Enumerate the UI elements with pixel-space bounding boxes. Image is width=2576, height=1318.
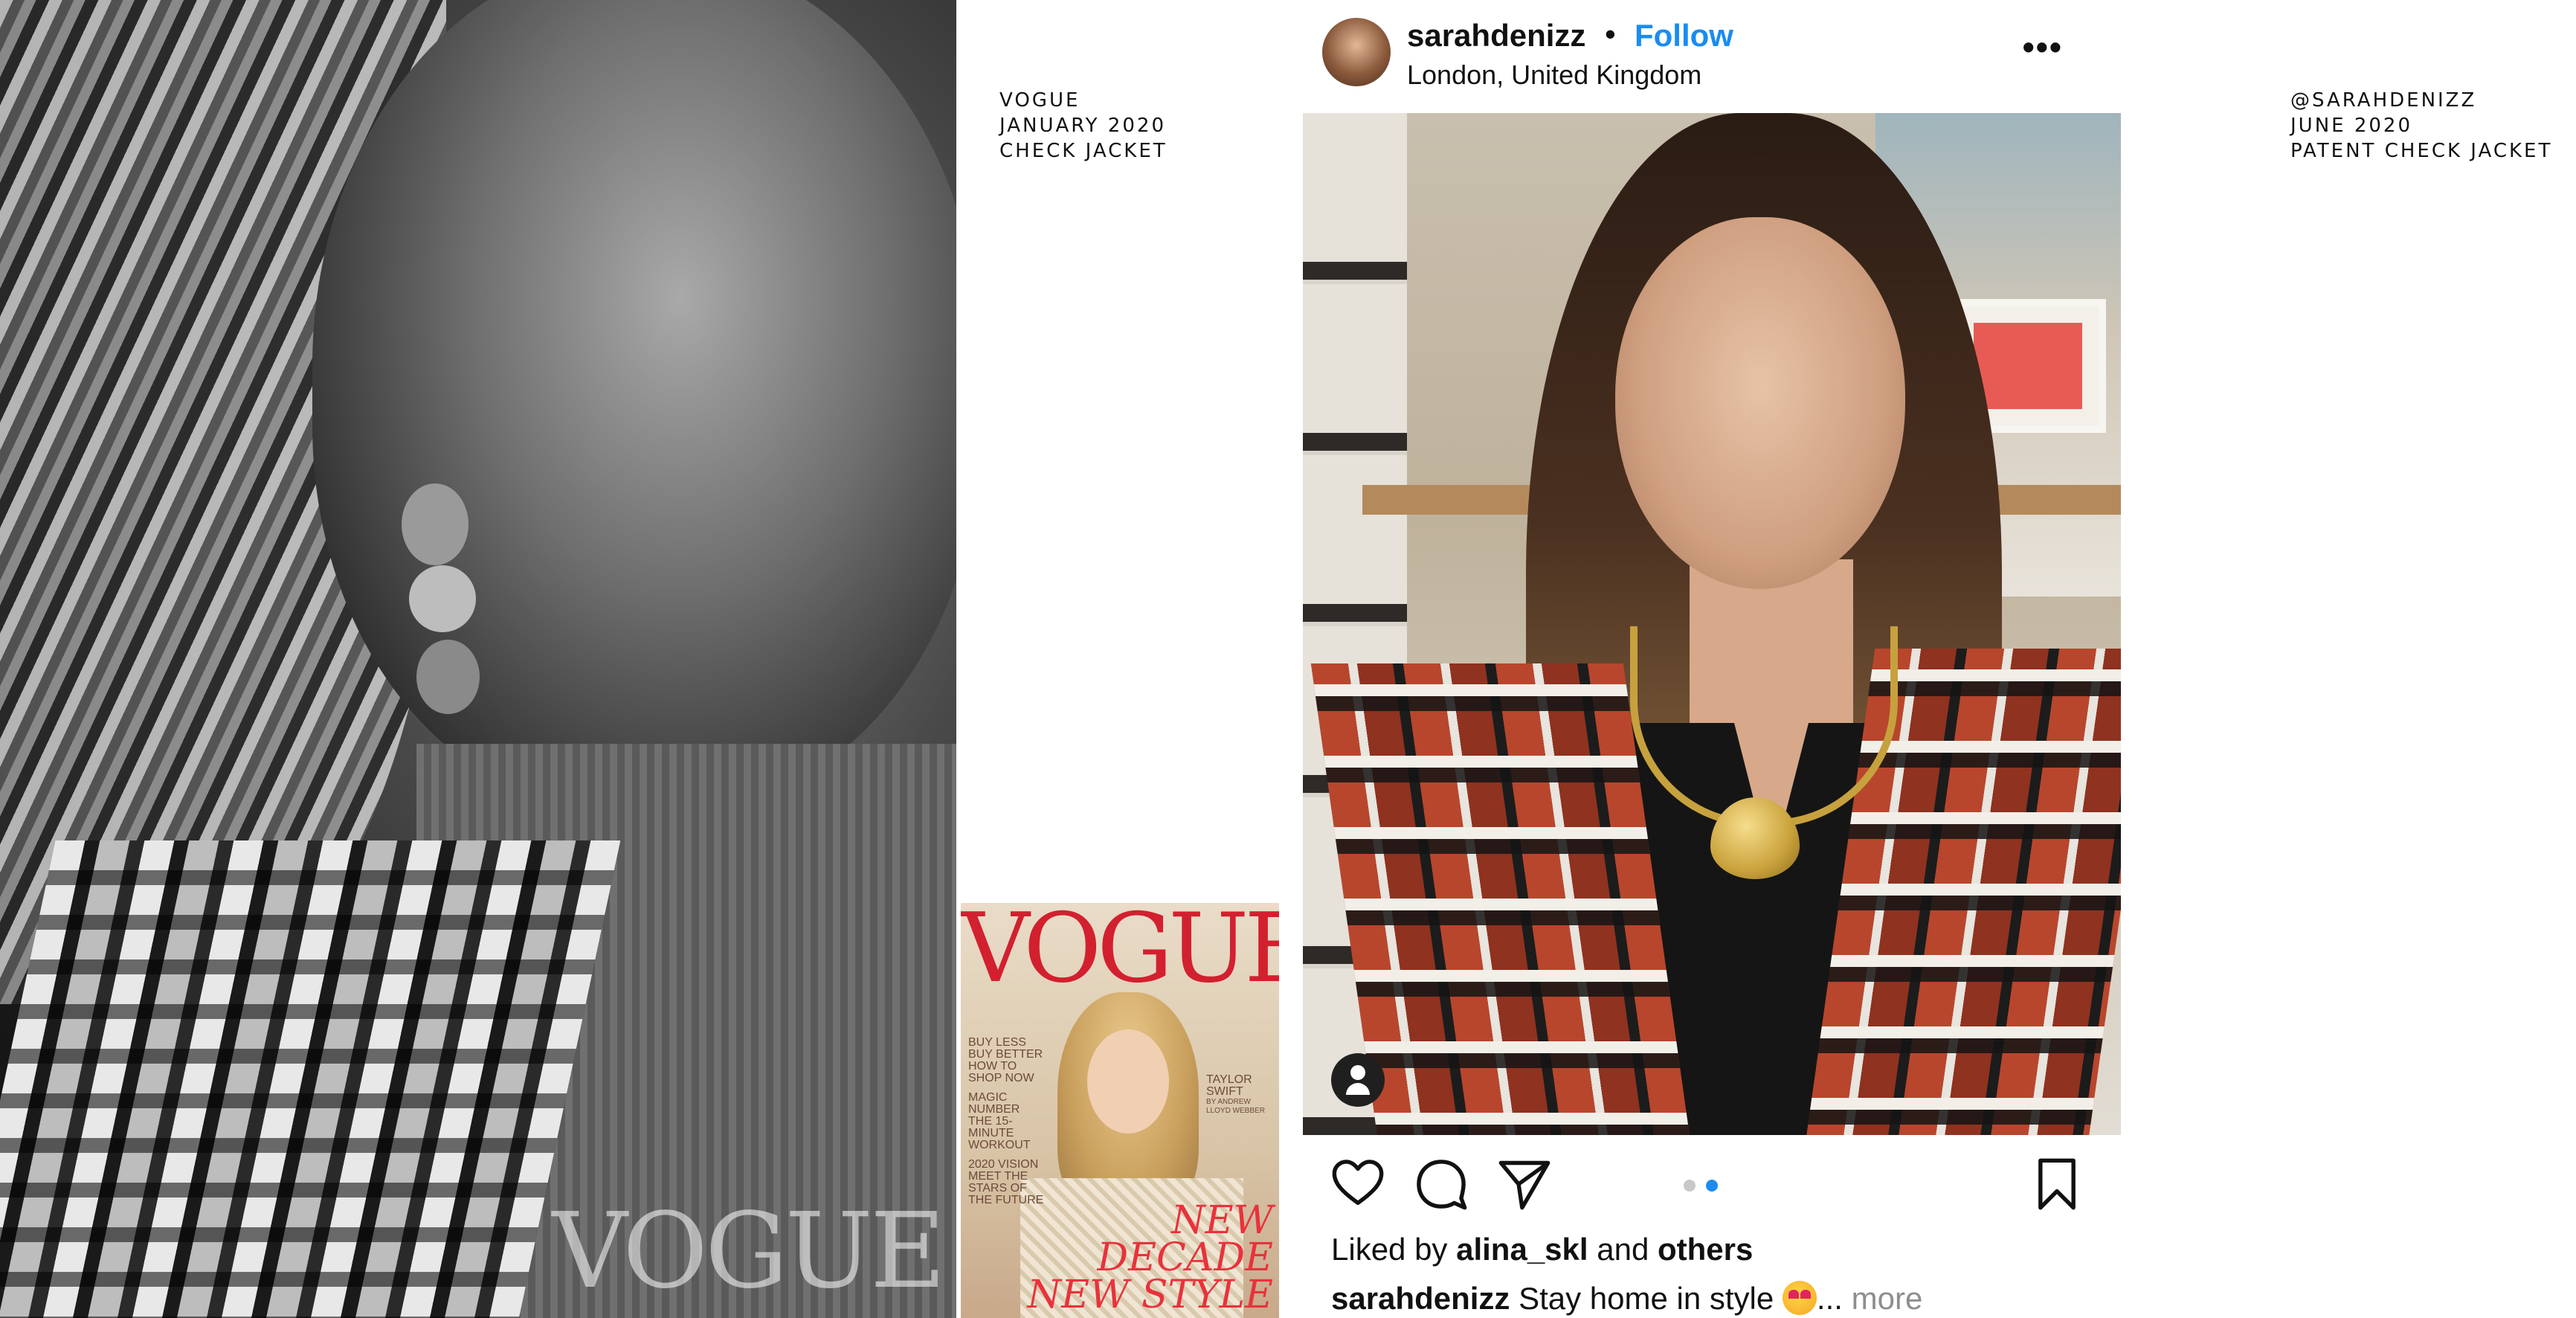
cover-line: BY ANDREW LLOYD WEBBER bbox=[1206, 1098, 1265, 1115]
cover-line: WORKOUT bbox=[968, 1139, 1031, 1151]
caption-line: CHECK JACKET bbox=[999, 140, 1168, 162]
carousel-dot bbox=[1684, 1180, 1696, 1192]
caption-line: VOGUE bbox=[999, 89, 1081, 112]
earring bbox=[416, 640, 480, 714]
cover-headline-line: NEW DECADE bbox=[1097, 1198, 1273, 1280]
cover-blurb-left: BUY LESS BUY BETTER HOW TO SHOP NOW MAGI… bbox=[968, 1037, 1057, 1206]
caption-line: @SARAHDENIZZ bbox=[2290, 89, 2477, 112]
face bbox=[1615, 217, 1905, 589]
caption-line: PATENT CHECK JACKET bbox=[2290, 140, 2553, 162]
face bbox=[312, 0, 956, 811]
heart-icon[interactable] bbox=[1330, 1156, 1386, 1212]
cover-headline: NEW DECADE NEW STYLE bbox=[1013, 1198, 1273, 1317]
more-link[interactable]: more bbox=[1852, 1281, 1923, 1316]
liked-by-user[interactable]: alina_skl bbox=[1456, 1232, 1588, 1267]
post-header: sarahdenizz • Follow London, United King… bbox=[1316, 0, 2112, 112]
cover-line: SHOP NOW bbox=[968, 1072, 1034, 1084]
more-options-icon[interactable]: ••• bbox=[2023, 27, 2063, 67]
cover-masthead: VOGUE bbox=[961, 903, 1279, 1004]
cover-line: BUY BETTER bbox=[968, 1048, 1043, 1061]
post-username[interactable]: sarahdenizz bbox=[1407, 18, 1585, 54]
cover-headline-line: NEW STYLE bbox=[1027, 1273, 1273, 1317]
check-jacket bbox=[0, 840, 621, 1318]
carousel-dots bbox=[1684, 1180, 1725, 1195]
user-tag-icon[interactable] bbox=[1331, 1053, 1385, 1107]
caption-instagram: @SARAHDENIZZ JUNE 2020 PATENT CHECK JACK… bbox=[2290, 88, 2552, 164]
cover-line: NUMBER bbox=[968, 1103, 1020, 1116]
post-location[interactable]: London, United Kingdom bbox=[1407, 60, 1701, 91]
caption-ellipsis: ... bbox=[1816, 1281, 1852, 1316]
post-caption: sarahdenizz Stay home in style ... more bbox=[1331, 1281, 1922, 1317]
earring bbox=[409, 565, 476, 632]
cover-line: MAGIC bbox=[968, 1091, 1008, 1104]
likes-line: Liked by alina_skl and others bbox=[1331, 1232, 1753, 1267]
cover-line: BUY LESS bbox=[968, 1036, 1026, 1049]
likes-prefix: Liked by bbox=[1331, 1232, 1457, 1267]
comment-icon[interactable] bbox=[1413, 1156, 1469, 1212]
post-action-bar bbox=[1316, 1138, 2105, 1227]
caption-line: JUNE 2020 bbox=[2290, 115, 2413, 137]
caption-username[interactable]: sarahdenizz bbox=[1331, 1281, 1510, 1316]
follow-button[interactable]: Follow bbox=[1635, 18, 1733, 54]
cover-line: HOW TO bbox=[968, 1060, 1017, 1073]
cover-line: SWIFT bbox=[1206, 1085, 1243, 1098]
caption-line: JANUARY 2020 bbox=[999, 115, 1166, 137]
cover-blurb-right: TAYLOR SWIFT BY ANDREW LLOYD WEBBER bbox=[1206, 1074, 1273, 1116]
caption-text: Stay home in style bbox=[1510, 1281, 1783, 1316]
cover-line: 2020 VISION bbox=[968, 1158, 1039, 1171]
avatar[interactable] bbox=[1322, 18, 1391, 86]
send-icon[interactable] bbox=[1496, 1156, 1553, 1212]
cover-model-face bbox=[1087, 1029, 1169, 1134]
heart-eyes-emoji-icon bbox=[1782, 1281, 1817, 1315]
earring bbox=[402, 483, 468, 565]
cover-line: MEET THE bbox=[968, 1170, 1028, 1183]
vogue-portrait-photo: VOGUE bbox=[0, 0, 956, 1318]
vogue-magazine-cover: VOGUE BUY LESS BUY BETTER HOW TO SHOP NO… bbox=[961, 903, 1279, 1318]
cover-line: THE 15-MINUTE bbox=[968, 1115, 1014, 1139]
cover-line: STARS OF bbox=[968, 1182, 1027, 1195]
post-photo[interactable] bbox=[1303, 113, 2121, 1135]
likes-others[interactable]: others bbox=[1658, 1232, 1753, 1267]
caption-vogue: VOGUE JANUARY 2020 CHECK JACKET bbox=[999, 88, 1168, 164]
separator-dot: • bbox=[1605, 16, 1616, 51]
likes-middle: and bbox=[1588, 1232, 1658, 1267]
cover-line: TAYLOR bbox=[1206, 1073, 1252, 1086]
vogue-watermark: VOGUE bbox=[552, 1191, 946, 1312]
carousel-dot-active bbox=[1706, 1180, 1719, 1192]
bookmark-icon[interactable] bbox=[2029, 1156, 2085, 1212]
